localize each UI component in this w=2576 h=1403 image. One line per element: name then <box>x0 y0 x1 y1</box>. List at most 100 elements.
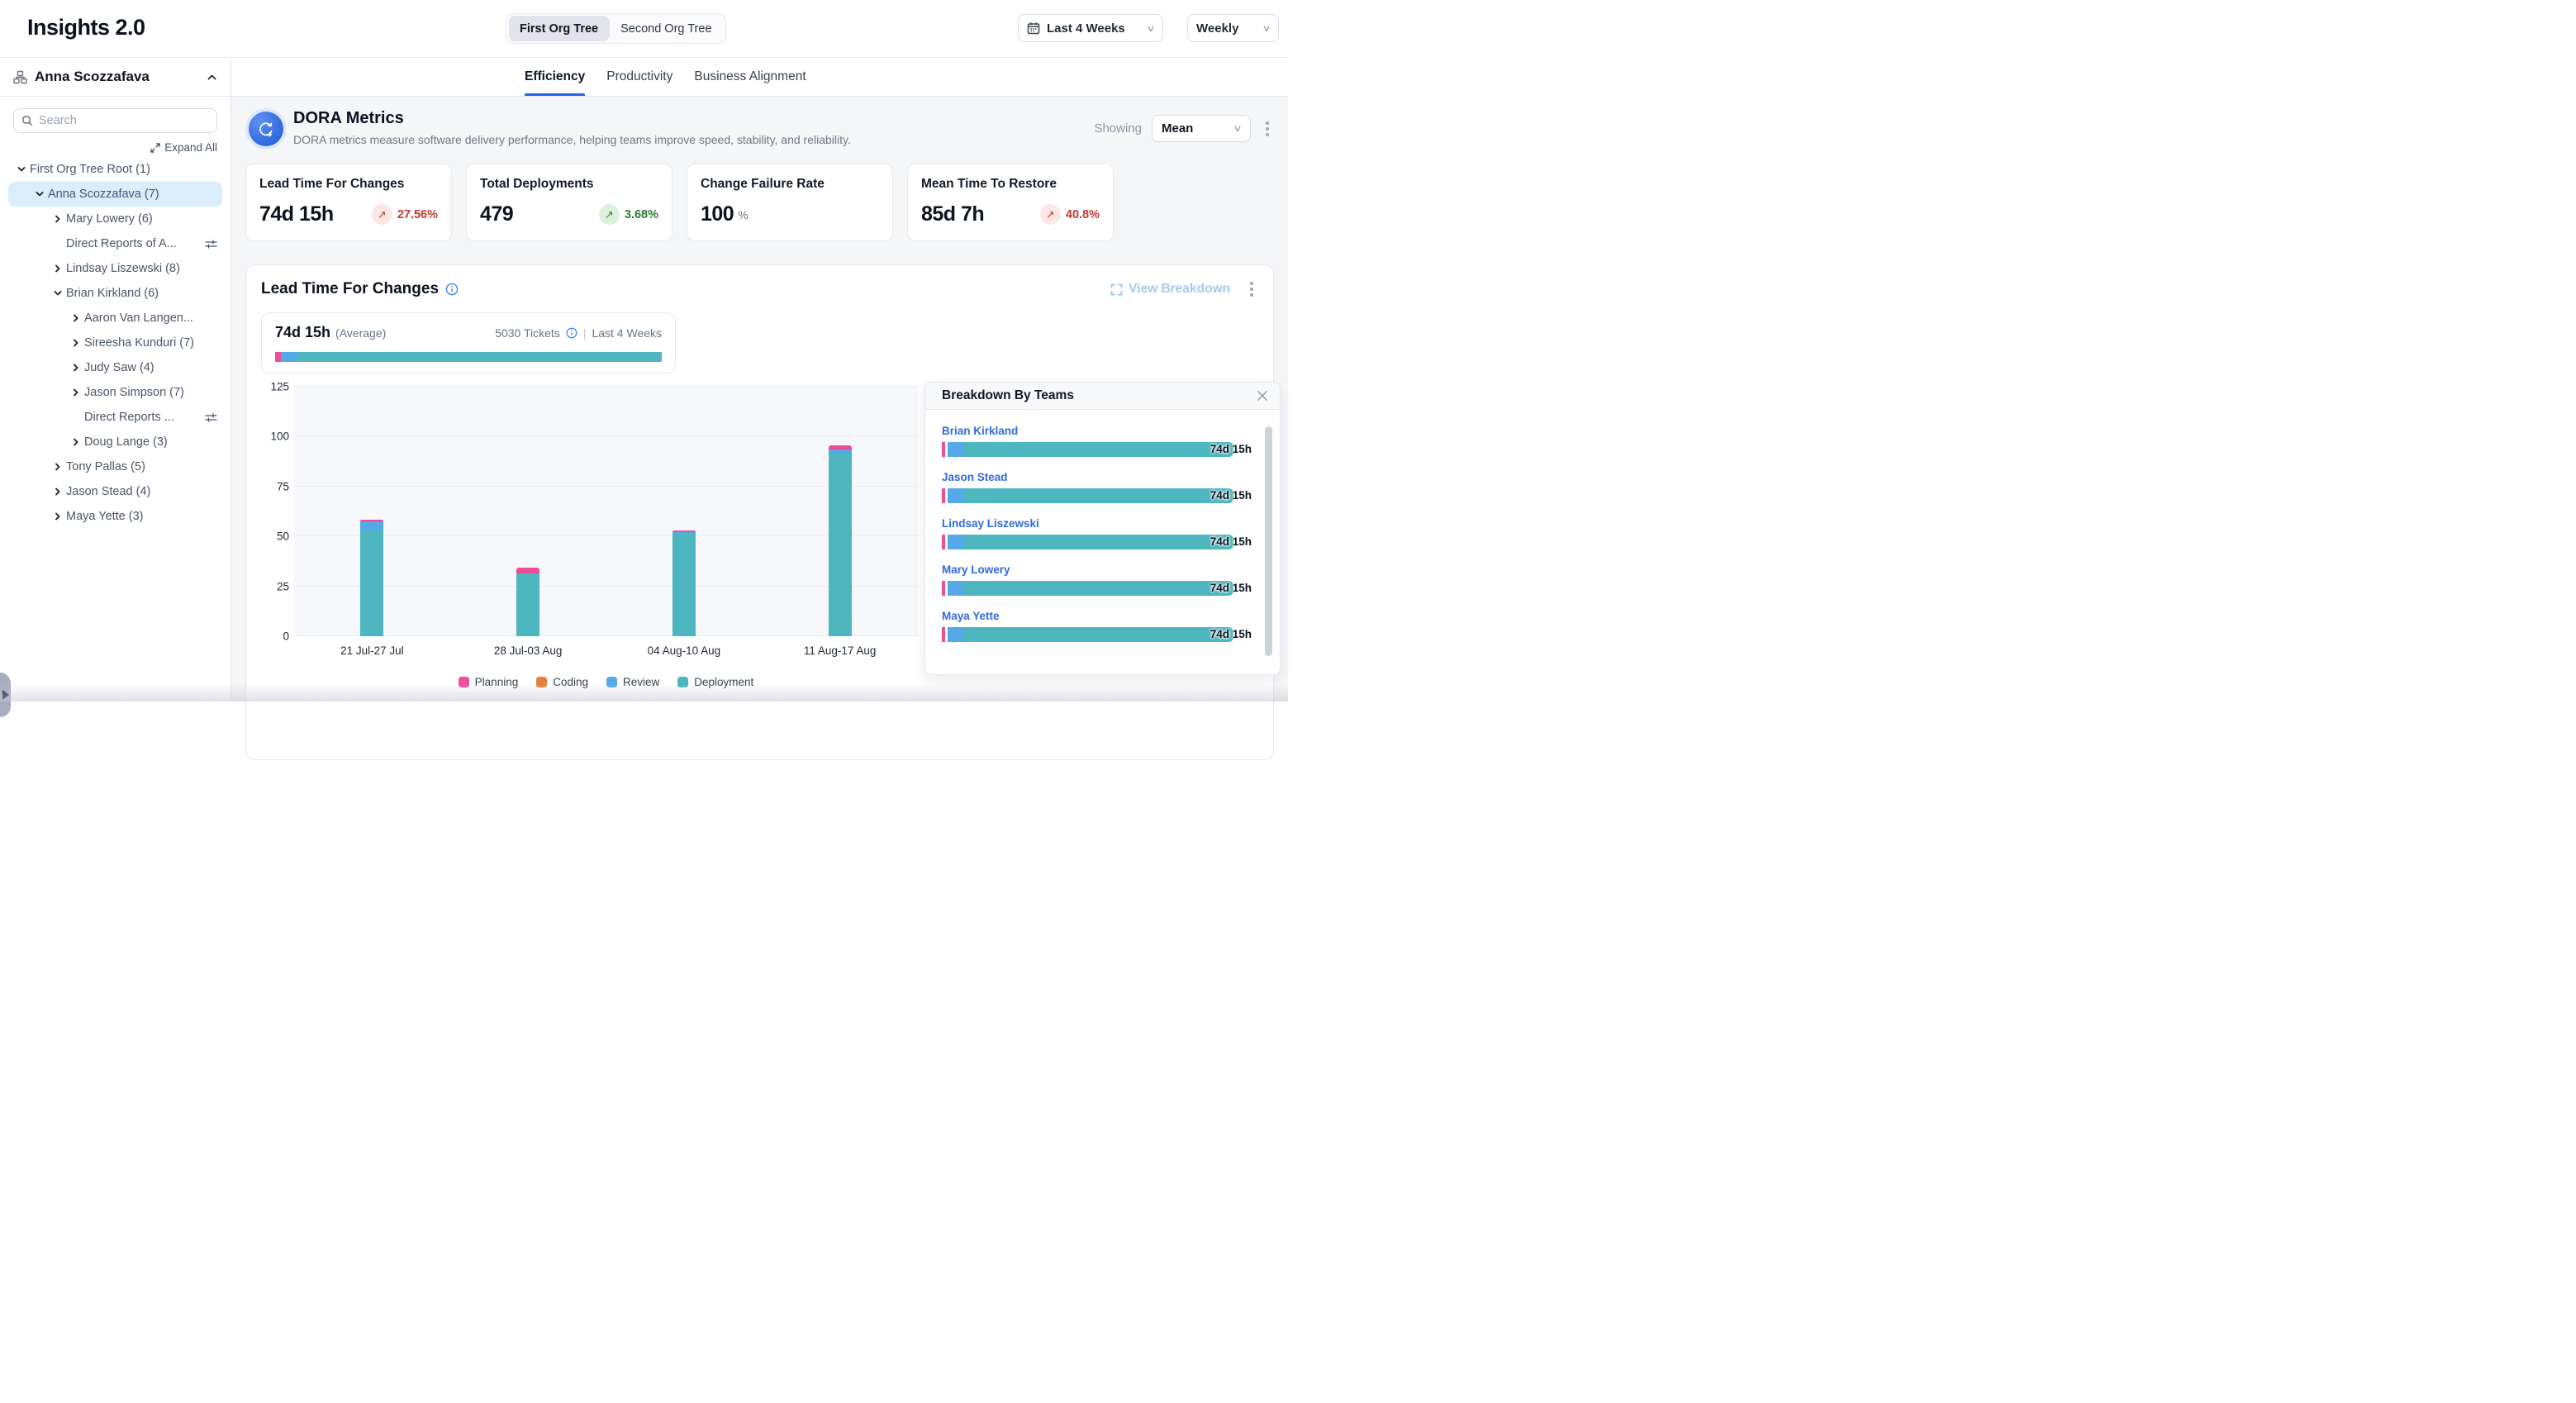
dora-cycle-icon <box>245 108 287 150</box>
tree-item[interactable]: Direct Reports ... <box>0 405 231 430</box>
view-breakdown-button[interactable]: View Breakdown <box>1110 282 1230 297</box>
granularity-value: Weekly <box>1196 21 1238 36</box>
team-phase-bar[interactable]: 74d 15h <box>942 627 1233 642</box>
stacked-bar[interactable] <box>829 445 852 636</box>
panel-scrollbar[interactable] <box>1265 426 1272 656</box>
chart-legend: Planning Coding Review Deployment <box>294 676 918 688</box>
legend-item-deployment[interactable]: Deployment <box>677 676 753 688</box>
lead-time-chart: 0255075100125 21 Jul-27 Jul28 Jul-03 Aug… <box>294 387 918 661</box>
tab-efficiency[interactable]: Efficiency <box>525 58 585 96</box>
chevron-right-icon[interactable] <box>68 363 84 373</box>
metric-title: Lead Time For Changes <box>259 177 438 192</box>
tab-productivity[interactable]: Productivity <box>606 58 673 96</box>
phase-segment-planning <box>275 352 281 362</box>
bar-segment-deployment <box>673 534 696 636</box>
chevron-right-icon[interactable] <box>68 437 84 447</box>
team-phase-bar[interactable]: 74d 15h <box>942 442 1233 457</box>
tree-item[interactable]: Doug Lange (3) <box>0 430 231 454</box>
expand-icon <box>150 143 160 153</box>
tree-item-label: Brian Kirkland (6) <box>66 287 159 300</box>
chevron-right-icon[interactable] <box>68 313 84 323</box>
tree-item[interactable]: Brian Kirkland (6) <box>0 281 231 306</box>
showing-label: Showing <box>1094 121 1142 136</box>
team-name-link[interactable]: Jason Stead <box>942 471 1250 483</box>
team-phase-bar[interactable]: 74d 15h <box>942 581 1233 596</box>
chevron-right-icon[interactable] <box>50 462 66 472</box>
tab-business-alignment[interactable]: Business Alignment <box>694 58 806 96</box>
phase-segment-review <box>948 627 963 642</box>
legend-item-coding[interactable]: Coding <box>536 676 588 688</box>
filter-sliders-icon[interactable] <box>205 412 217 423</box>
bar-segment-deployment <box>360 530 383 636</box>
team-phase-bar[interactable]: 74d 15h <box>942 535 1233 549</box>
tree-item[interactable]: Judy Saw (4) <box>0 355 231 380</box>
tree-item[interactable]: Anna Scozzafava (7) <box>0 182 231 207</box>
search-input[interactable] <box>39 114 209 127</box>
chevron-down-icon[interactable] <box>13 164 30 174</box>
tree-item[interactable]: Jason Simpson (7) <box>0 380 231 405</box>
chevron-down-icon[interactable] <box>31 189 48 199</box>
sidebar-resize-handle[interactable] <box>0 673 11 717</box>
info-icon[interactable] <box>445 283 459 296</box>
date-range-dropdown[interactable]: Last 4 Weeks ∨ <box>1018 14 1163 42</box>
info-icon[interactable] <box>566 327 577 339</box>
bar-segment-deployment <box>829 454 852 636</box>
team-phase-bar[interactable]: 74d 15h <box>942 488 1233 503</box>
chevron-down-icon[interactable] <box>50 288 66 298</box>
tree-item[interactable]: Mary Lowery (6) <box>0 207 231 231</box>
chart-kebab-menu-icon[interactable] <box>1245 278 1258 300</box>
chevron-down-icon: ∨ <box>1146 23 1155 34</box>
team-value: 74d 15h <box>1210 628 1252 640</box>
tree-item[interactable]: Direct Reports of A... <box>0 231 231 256</box>
chevron-right-icon[interactable] <box>68 338 84 348</box>
chevron-right-icon[interactable] <box>50 264 66 273</box>
legend-label: Review <box>623 676 659 688</box>
gridline <box>294 435 918 436</box>
team-name-link[interactable]: Lindsay Liszewski <box>942 517 1250 530</box>
tree-item[interactable]: Lindsay Liszewski (8) <box>0 256 231 281</box>
tree-item[interactable]: Tony Pallas (5) <box>0 454 231 479</box>
stacked-bar[interactable] <box>673 530 696 636</box>
gridline <box>294 586 918 587</box>
granularity-dropdown[interactable]: Weekly ∨ <box>1187 14 1279 42</box>
team-name-link[interactable]: Maya Yette <box>942 610 1250 622</box>
phase-segment-review <box>948 581 963 596</box>
stacked-bar[interactable] <box>516 568 539 636</box>
dora-kebab-menu-icon[interactable] <box>1261 118 1274 140</box>
legend-item-planning[interactable]: Planning <box>459 676 519 688</box>
x-axis-tick-label: 21 Jul-27 Jul <box>322 644 421 657</box>
tree-item[interactable]: First Org Tree Root (1) <box>0 157 231 182</box>
tree-item-label: Lindsay Liszewski (8) <box>66 262 180 275</box>
team-name-link[interactable]: Mary Lowery <box>942 564 1250 576</box>
tree-item[interactable]: Aaron Van Langen... <box>0 306 231 331</box>
chevron-right-icon[interactable] <box>50 214 66 224</box>
filter-sliders-icon[interactable] <box>205 239 217 250</box>
gridline <box>294 635 918 636</box>
chevron-right-icon[interactable] <box>50 511 66 521</box>
average-value: 74d 15h <box>275 324 330 341</box>
average-qualifier: (Average) <box>335 326 386 340</box>
toggle-first-org-tree[interactable]: First Org Tree <box>509 16 609 41</box>
trend-up-arrow-icon: ↗ <box>599 204 620 225</box>
phase-segment-review <box>948 535 963 549</box>
stacked-bar[interactable] <box>360 520 383 636</box>
expand-all-button[interactable]: Expand All <box>13 141 217 154</box>
metric-title: Change Failure Rate <box>701 177 879 192</box>
trend-value: 27.56% <box>397 208 438 221</box>
chevron-right-icon[interactable] <box>68 388 84 397</box>
aggregation-dropdown[interactable]: Mean ∨ <box>1152 115 1251 142</box>
metric-value: 100 <box>701 202 734 226</box>
x-axis-tick-label: 04 Aug-10 Aug <box>634 644 734 657</box>
tree-item[interactable]: Jason Stead (4) <box>0 479 231 504</box>
tree-item-label: Direct Reports ... <box>84 411 174 424</box>
tree-item[interactable]: Sireesha Kunduri (7) <box>0 331 231 355</box>
tree-item[interactable]: Maya Yette (3) <box>0 504 231 529</box>
tree-item-label: Anna Scozzafava (7) <box>48 188 159 201</box>
sidebar-collapse-chevron[interactable] <box>207 72 217 83</box>
calendar-icon <box>1027 21 1040 35</box>
chevron-right-icon[interactable] <box>50 487 66 497</box>
team-name-link[interactable]: Brian Kirkland <box>942 425 1250 437</box>
legend-item-review[interactable]: Review <box>606 676 659 688</box>
close-icon[interactable] <box>1257 390 1268 402</box>
toggle-second-org-tree[interactable]: Second Org Tree <box>610 16 722 41</box>
